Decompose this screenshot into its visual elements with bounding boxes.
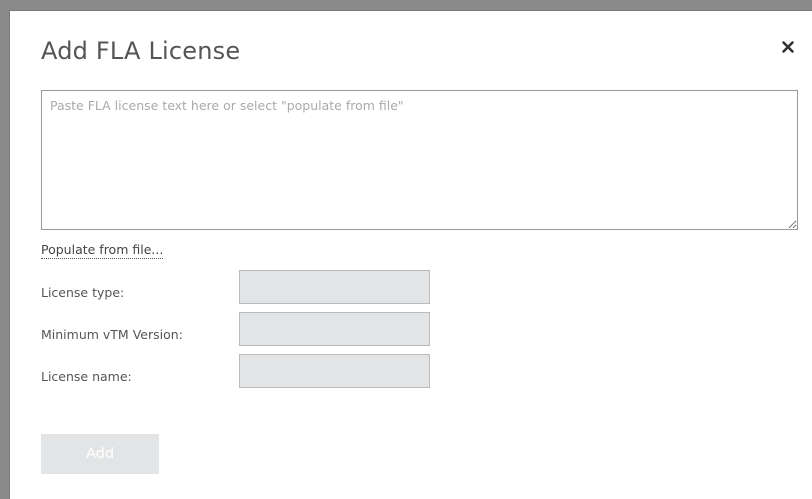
close-icon-glyph — [782, 41, 794, 53]
close-icon[interactable] — [780, 39, 796, 55]
license-name-field — [239, 354, 430, 388]
minimum-vtm-version-field — [239, 312, 430, 346]
license-text-area[interactable] — [41, 90, 798, 230]
license-name-label: License name: — [41, 369, 132, 384]
populate-from-file-link[interactable]: Populate from file... — [41, 241, 164, 259]
add-button[interactable]: Add — [41, 434, 159, 474]
add-fla-license-dialog: Add FLA License Populate from file... Li… — [9, 10, 812, 499]
minimum-vtm-version-label: Minimum vTM Version: — [41, 327, 183, 342]
dialog-title: Add FLA License — [41, 37, 241, 65]
license-type-field — [239, 270, 430, 304]
license-type-label: License type: — [41, 285, 125, 300]
